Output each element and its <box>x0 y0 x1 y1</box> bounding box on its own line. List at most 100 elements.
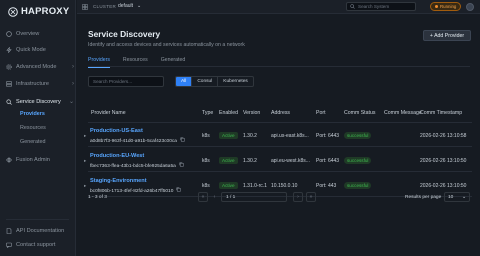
column-header-comm-status[interactable]: Comm Status <box>344 110 375 116</box>
table-row[interactable]: ▸ Production-US-East a0d8b7f3-963f-41d0-… <box>84 123 472 147</box>
sidebar-subitem-resources[interactable]: Resources <box>20 125 46 131</box>
brand-name: HAPROXY <box>21 6 70 17</box>
provider-port: Port: 6443 <box>316 158 340 164</box>
sidebar-item-label: Fusion Admin <box>16 156 50 163</box>
copy-icon[interactable] <box>180 137 185 144</box>
main-content: Service Discovery Identify and access de… <box>77 15 480 256</box>
provider-version: 1.30.2 <box>243 158 257 164</box>
chevron-down-icon: ⌄ <box>137 3 142 9</box>
caret-right-icon[interactable]: ▸ <box>84 133 86 139</box>
chevron-down-icon: ⌄ <box>68 99 74 105</box>
provider-id: bc0f806b-1713-4fef-82fd-a26b47ff5010 <box>90 187 181 194</box>
chevron-down-icon: ⌄ <box>461 194 466 200</box>
first-page-button[interactable]: « <box>198 192 208 202</box>
column-header-enabled[interactable]: Enabled <box>219 110 238 116</box>
provider-type: k8s <box>202 133 210 139</box>
global-search-input[interactable]: Search System <box>346 2 416 11</box>
cluster-value: default <box>118 3 134 9</box>
results-per-page-select[interactable]: 10 ⌄ <box>444 192 470 202</box>
sidebar-item-advanced-mode[interactable]: Advanced Mode › <box>6 60 74 73</box>
cluster-label: CLUSTER <box>93 4 117 9</box>
provider-search-input[interactable]: Search Providers... <box>88 76 164 87</box>
sidebar: HAPROXY Overview Quick Mode Advanced Mod… <box>0 0 76 256</box>
sidebar-item-service-discovery[interactable]: Service Discovery ⌄ <box>6 95 74 108</box>
table-row[interactable]: ▸ Production-EU-West fbec7363-ffea-43b1-… <box>84 148 472 172</box>
overview-icon <box>6 30 12 37</box>
page-title: Service Discovery <box>88 29 161 39</box>
sidebar-item-quick-mode[interactable]: Quick Mode <box>6 43 74 56</box>
provider-name-link[interactable]: Production-EU-West <box>90 153 144 159</box>
sidebar-item-label: API Documentation <box>16 227 65 234</box>
sidebar-item-label: Contact support <box>16 241 56 248</box>
copy-icon[interactable] <box>176 187 181 194</box>
cluster-select[interactable]: default ⌄ <box>118 3 141 9</box>
enabled-badge: Active <box>219 182 238 189</box>
prev-page-button[interactable]: ‹ <box>210 192 219 202</box>
fusion-admin-icon <box>6 156 12 163</box>
column-header-provider-name[interactable]: Provider Name <box>91 110 126 116</box>
provider-address: api.eu-west.k8s... <box>271 158 310 164</box>
sidebar-item-contact-support[interactable]: Contact support <box>6 238 74 251</box>
cluster-icon <box>82 4 88 10</box>
next-page-button[interactable]: › <box>293 192 303 202</box>
caret-right-icon[interactable]: ▸ <box>84 183 86 189</box>
status-dot-icon <box>435 5 438 8</box>
sidebar-item-label: Advanced Mode <box>16 63 57 70</box>
column-header-type[interactable]: Type <box>202 110 213 116</box>
filter-all-button[interactable]: All <box>176 77 192 86</box>
sidebar-item-api-documentation[interactable]: API Documentation <box>6 224 74 237</box>
column-header-version[interactable]: Version <box>243 110 260 116</box>
comm-timestamp: 2026-02-26 13:10:50 <box>420 183 467 189</box>
sidebar-item-fusion-admin[interactable]: Fusion Admin <box>6 153 74 166</box>
infrastructure-icon <box>6 80 12 87</box>
provider-address: 10.150.0.10 <box>271 183 298 189</box>
comm-status-badge: successful <box>344 182 372 189</box>
sidebar-item-label: Quick Mode <box>16 46 46 53</box>
filter-kubernetes-button[interactable]: Kubernetes <box>217 77 253 86</box>
provider-id-text: a0d8b7f3-963f-41d0-a91b-5caf423c00ca <box>90 138 177 144</box>
sidebar-item-infrastructure[interactable]: Infrastructure › <box>6 77 74 90</box>
search-placeholder: Search System <box>358 4 390 9</box>
provider-name-link[interactable]: Production-US-East <box>90 128 143 134</box>
comm-status-badge: successful <box>344 132 372 139</box>
results-per-page-label: Results per page <box>405 195 442 200</box>
last-page-button[interactable]: » <box>306 192 316 202</box>
service-discovery-icon <box>6 98 12 105</box>
tab-divider <box>88 66 470 67</box>
provider-search-placeholder: Search Providers... <box>93 79 133 84</box>
provider-type: k8s <box>202 183 210 189</box>
support-icon <box>6 242 12 248</box>
page-description: Identify and access devices and services… <box>88 42 245 48</box>
page-select[interactable]: 1 / 1 <box>221 192 287 202</box>
chevron-right-icon: › <box>72 80 74 87</box>
sidebar-item-label: Infrastructure <box>16 80 49 87</box>
avatar[interactable] <box>466 3 474 11</box>
provider-type-filter: All Consul Kubernetes <box>175 76 254 87</box>
sidebar-subitem-providers[interactable]: Providers <box>20 111 45 117</box>
sidebar-subitem-generated[interactable]: Generated <box>20 139 45 145</box>
advanced-mode-icon <box>6 63 12 70</box>
brand-logo[interactable]: HAPROXY <box>8 6 69 17</box>
sidebar-item-overview[interactable]: Overview <box>6 27 74 40</box>
comm-status-badge: successful <box>344 157 372 164</box>
pagination-range: 1 - 3 of 3 <box>88 195 107 200</box>
provider-name-link[interactable]: Staging-Environment <box>90 178 147 184</box>
sidebar-item-label: Service Discovery <box>16 98 61 105</box>
chevron-right-icon: › <box>72 63 74 70</box>
column-header-address[interactable]: Address <box>271 110 290 116</box>
add-provider-button[interactable]: + Add Provider <box>423 30 471 41</box>
status-label: Running <box>440 4 457 9</box>
copy-icon[interactable] <box>179 162 184 169</box>
provider-version: 1.30.2 <box>243 133 257 139</box>
caret-right-icon[interactable]: ▸ <box>84 158 86 164</box>
column-header-comm-timestamp[interactable]: Comm Timestamp <box>420 110 462 116</box>
column-header-port[interactable]: Port <box>316 110 326 116</box>
column-header-comm-message[interactable]: Comm Message <box>384 110 422 116</box>
status-badge[interactable]: Running <box>430 2 462 11</box>
provider-type: k8s <box>202 158 210 164</box>
filter-consul-button[interactable]: Consul <box>191 77 217 86</box>
comm-timestamp: 2026-02-26 13:10:58 <box>420 133 467 139</box>
provider-address: api.us-east.k8s... <box>271 133 309 139</box>
provider-id-text: fbec7363-ffea-43b1-bdc5-bfe925da6a5a <box>90 163 176 169</box>
sidebar-item-label: Overview <box>16 30 40 37</box>
